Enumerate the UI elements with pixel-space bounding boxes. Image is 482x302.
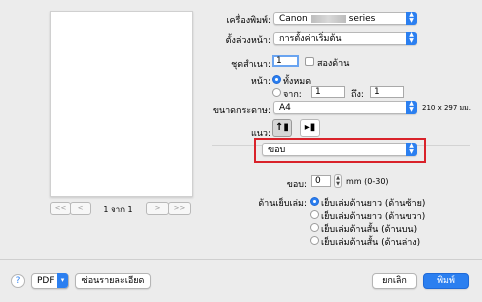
pages-label: หน้า: (250, 77, 271, 87)
staple-option-label: เย็บเล่มด้านสั้น (ด้านล่าง) (321, 238, 421, 248)
next-page-button[interactable]: > (146, 202, 169, 215)
highlight-box (254, 138, 426, 163)
pages-range-radio[interactable] (272, 88, 281, 97)
chevron-updown-icon: ▲ ▼ (406, 12, 417, 25)
prev-page-button[interactable]: < (70, 202, 91, 215)
paper-size-value: A4 (279, 103, 291, 113)
margin-input[interactable]: 0 (311, 175, 331, 187)
pages-from-label: จาก: (283, 90, 302, 100)
chevron-updown-icon: ▲ ▼ (406, 101, 417, 114)
pages-from-input[interactable]: 1 (311, 86, 345, 98)
margin-unit-range: mm (0-30) (346, 177, 389, 186)
staple-option-label: เย็บเล่มด้านสั้น (ด้านบน) (321, 225, 418, 235)
copies-label: ชุดสำเนา: (231, 60, 271, 70)
page-preview (50, 11, 193, 197)
staple-short-bottom-radio[interactable] (310, 236, 319, 245)
first-page-button[interactable]: << (50, 202, 71, 215)
presets-label: ตั้งล่วงหน้า: (225, 36, 271, 46)
printer-name-suffix: series (348, 14, 376, 24)
presets-popup[interactable]: การตั้งค่าเริ่มต้น ▲ ▼ (273, 32, 417, 45)
last-page-button[interactable]: >> (168, 202, 191, 215)
landscape-figure-icon: ▸▮ (304, 122, 316, 133)
print-button[interactable]: พิมพ์ (423, 273, 469, 289)
chevron-updown-icon: ▲ ▼ (406, 32, 417, 45)
margin-stepper[interactable]: ▲ ▼ (334, 174, 342, 188)
stapling-label: ด้านเย็บเล่ม: (258, 199, 307, 209)
page-info-text: 1 จาก 1 (103, 205, 133, 214)
pages-all-radio[interactable] (272, 75, 281, 84)
cancel-button[interactable]: ยกเลิก (372, 273, 417, 289)
pages-to-input[interactable]: 1 (370, 86, 404, 98)
two-sided-label: สองด้าน (317, 59, 350, 69)
staple-short-top-radio[interactable] (310, 223, 319, 232)
margin-label: ขอบ: (286, 180, 307, 190)
preview-pager: << < 1 จาก 1 > >> (50, 202, 193, 215)
printer-name-prefix: Canon (279, 14, 308, 24)
hide-details-button[interactable]: ซ่อนรายละเอียด (75, 273, 151, 289)
staple-option-label: เย็บเล่มด้านยาว (ด้านซ้าย) (321, 199, 426, 209)
staple-option-label: เย็บเล่มด้านยาว (ด้านขวา) (321, 212, 426, 222)
staple-long-left-radio[interactable] (310, 197, 319, 206)
paper-dimensions: 210 x 297 มม. (422, 104, 471, 112)
pdf-label: PDF (37, 276, 55, 286)
portrait-orientation-button[interactable]: ↑▮ (272, 119, 292, 137)
bottom-divider (0, 259, 482, 260)
help-button[interactable]: ? (11, 274, 25, 288)
paper-size-label: ขนาดกระดาษ: (212, 106, 271, 116)
chevron-down-icon: ▾ (57, 273, 68, 288)
printer-label: เครื่องพิมพ์: (226, 16, 271, 26)
copies-input[interactable]: 1 (272, 55, 299, 67)
staple-long-right-radio[interactable] (310, 210, 319, 219)
landscape-orientation-button[interactable]: ▸▮ (300, 119, 320, 137)
pages-to-label: ถึง: (351, 90, 364, 100)
pages-all-label: ทั้งหมด (283, 77, 312, 87)
paper-size-popup[interactable]: A4 ▲ ▼ (273, 101, 417, 114)
portrait-figure-icon: ↑▮ (275, 122, 289, 133)
presets-value: การตั้งค่าเริ่มต้น (279, 34, 342, 44)
redacted-printer-model (310, 14, 346, 23)
printer-popup[interactable]: Canon series ▲ ▼ (273, 12, 417, 25)
two-sided-checkbox[interactable] (305, 57, 314, 66)
